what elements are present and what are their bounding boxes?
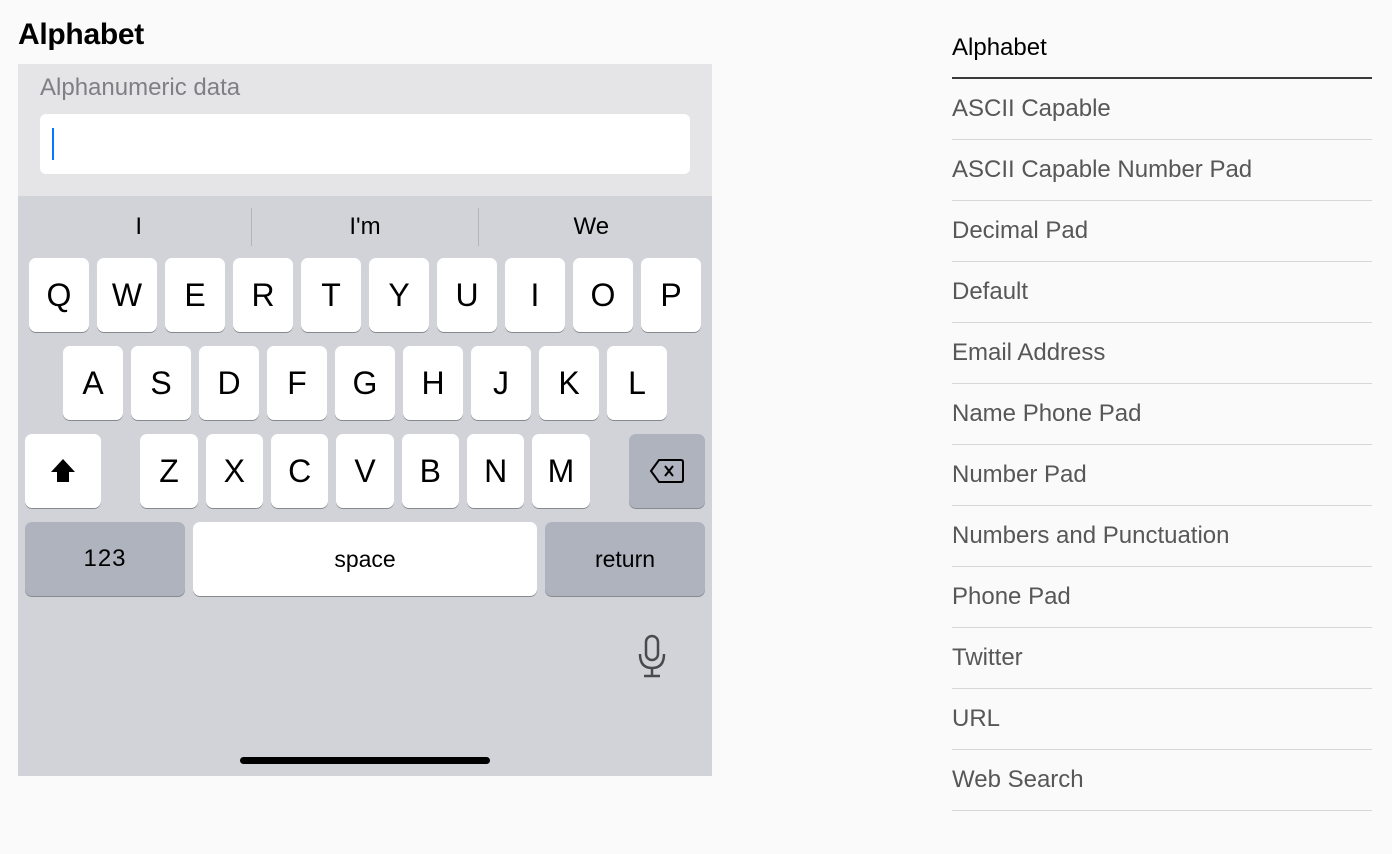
sidebar-item-ascii-capable-number-pad[interactable]: ASCII Capable Number Pad [952,140,1372,201]
key-d[interactable]: D [199,346,259,420]
shift-icon [48,457,78,485]
home-indicator[interactable] [240,757,490,764]
key-l[interactable]: L [607,346,667,420]
mic-icon[interactable] [634,634,670,685]
key-r[interactable]: R [233,258,293,332]
key-e[interactable]: E [165,258,225,332]
sidebar-item-number-pad[interactable]: Number Pad [952,445,1372,506]
input-label: Alphanumeric data [40,74,690,102]
sidebar-item-numbers-and-punctuation[interactable]: Numbers and Punctuation [952,506,1372,567]
sidebar-item-email-address[interactable]: Email Address [952,323,1372,384]
backspace-icon [649,458,685,484]
key-v[interactable]: V [336,434,393,508]
suggestion-bar: I I'm We [18,196,712,258]
sidebar-item-web-search[interactable]: Web Search [952,750,1372,811]
sidebar-item-url[interactable]: URL [952,689,1372,750]
key-b[interactable]: B [402,434,459,508]
sidebar-item-phone-pad[interactable]: Phone Pad [952,567,1372,628]
sidebar-item-alphabet[interactable]: Alphabet [952,18,1372,79]
key-j[interactable]: J [471,346,531,420]
key-row-3: Z X C V B N M [25,434,705,508]
sidebar-item-name-phone-pad[interactable]: Name Phone Pad [952,384,1372,445]
key-space[interactable]: space [193,522,537,596]
suggestion-2[interactable]: I'm [252,207,477,247]
key-u[interactable]: U [437,258,497,332]
keyboard-container: I I'm We Q W E R T Y U I O P [18,196,712,776]
keyboard: Q W E R T Y U I O P A S D F G [18,258,712,604]
sidebar-item-twitter[interactable]: Twitter [952,628,1372,689]
suggestion-1[interactable]: I [26,207,251,247]
text-input[interactable] [40,114,690,174]
key-o[interactable]: O [573,258,633,332]
key-shift[interactable] [25,434,101,508]
key-row-2: A S D F G H J K L [25,346,705,420]
sidebar-item-ascii-capable[interactable]: ASCII Capable [952,79,1372,140]
key-h[interactable]: H [403,346,463,420]
key-n[interactable]: N [467,434,524,508]
key-backspace[interactable] [629,434,705,508]
key-q[interactable]: Q [29,258,89,332]
key-row-4: 123 space return [25,522,705,596]
key-return[interactable]: return [545,522,705,596]
keyboard-type-list: Alphabet ASCII Capable ASCII Capable Num… [952,18,1372,811]
key-c[interactable]: C [271,434,328,508]
input-area: Alphanumeric data [18,64,712,196]
key-t[interactable]: T [301,258,361,332]
key-f[interactable]: F [267,346,327,420]
key-k[interactable]: K [539,346,599,420]
key-w[interactable]: W [97,258,157,332]
key-z[interactable]: Z [140,434,197,508]
key-g[interactable]: G [335,346,395,420]
key-numbers[interactable]: 123 [25,522,185,596]
key-s[interactable]: S [131,346,191,420]
key-p[interactable]: P [641,258,701,332]
suggestion-3[interactable]: We [479,207,704,247]
sidebar-item-default[interactable]: Default [952,262,1372,323]
bottom-bar [18,604,712,776]
key-y[interactable]: Y [369,258,429,332]
key-i[interactable]: I [505,258,565,332]
key-row-1: Q W E R T Y U I O P [25,258,705,332]
key-a[interactable]: A [63,346,123,420]
page-title: Alphabet [18,18,712,52]
key-x[interactable]: X [206,434,263,508]
sidebar-item-decimal-pad[interactable]: Decimal Pad [952,201,1372,262]
device-frame: Alphanumeric data I I'm We Q W E R T Y [18,64,712,776]
key-m[interactable]: M [532,434,589,508]
